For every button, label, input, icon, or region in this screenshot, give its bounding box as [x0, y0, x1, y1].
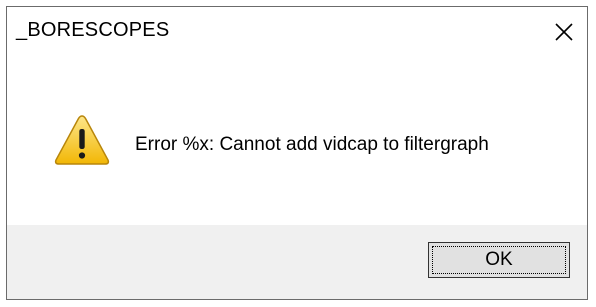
window-title: _BORESCOPES	[16, 19, 170, 41]
error-message: Error %x: Cannot add vidcap to filtergra…	[135, 134, 489, 155]
message-area: Error %x: Cannot add vidcap to filtergra…	[7, 57, 587, 227]
button-bar: OK	[7, 225, 587, 299]
title-bar[interactable]: _BORESCOPES	[7, 7, 587, 57]
close-button[interactable]	[541, 7, 587, 57]
warning-icon	[54, 115, 110, 165]
close-icon	[555, 23, 573, 41]
ok-button[interactable]: OK	[428, 242, 570, 278]
ok-button-label: OK	[485, 249, 513, 270]
message-box-dialog: _BORESCOPES Error %x: Cannot add vidcap …	[6, 6, 588, 300]
